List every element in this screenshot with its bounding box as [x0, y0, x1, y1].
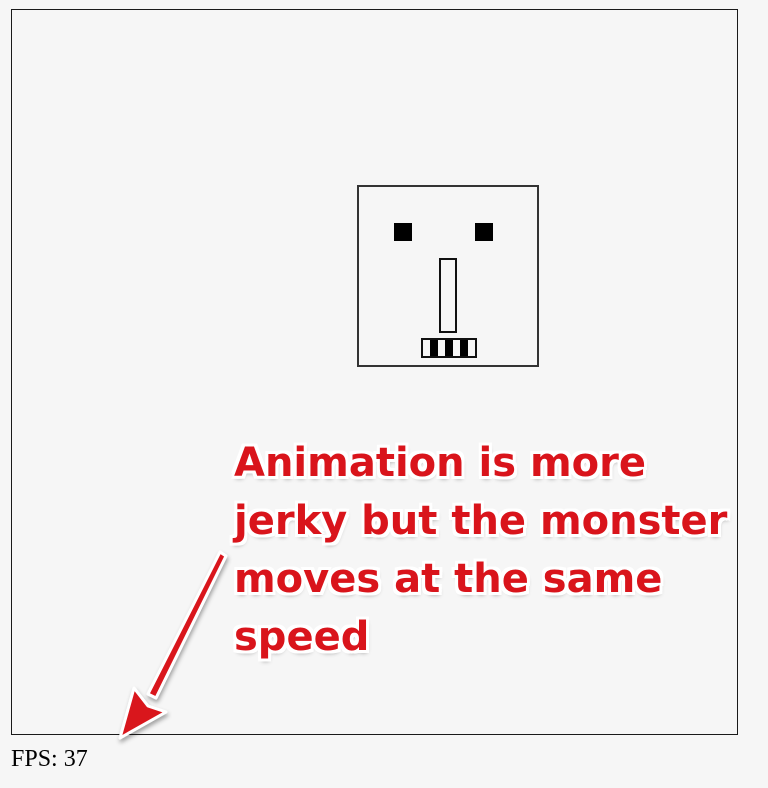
- monster-tooth: [430, 340, 438, 356]
- annotation-line: moves at the same: [234, 556, 663, 602]
- fps-value: 37: [63, 746, 88, 772]
- monster-tooth: [437, 340, 446, 356]
- monster-nose: [439, 258, 457, 333]
- monster-tooth: [423, 340, 431, 356]
- monster-tooth: [445, 340, 453, 356]
- monster-left-eye: [394, 223, 412, 241]
- monster-tooth: [460, 340, 468, 356]
- fps-label: FPS:: [11, 746, 58, 772]
- monster-mouth: [421, 338, 477, 358]
- annotation-line: Animation is more: [234, 440, 646, 486]
- annotation-callout: Animation is more jerky but the monster …: [234, 434, 754, 666]
- monster: [357, 185, 539, 367]
- annotation-line: speed: [234, 614, 370, 660]
- annotation-arrow-icon: [118, 550, 228, 740]
- fps-counter: FPS: 37: [11, 744, 88, 774]
- annotation-line: jerky but the monster: [234, 498, 728, 544]
- monster-right-eye: [475, 223, 493, 241]
- monster-tooth: [452, 340, 461, 356]
- monster-tooth: [467, 340, 475, 356]
